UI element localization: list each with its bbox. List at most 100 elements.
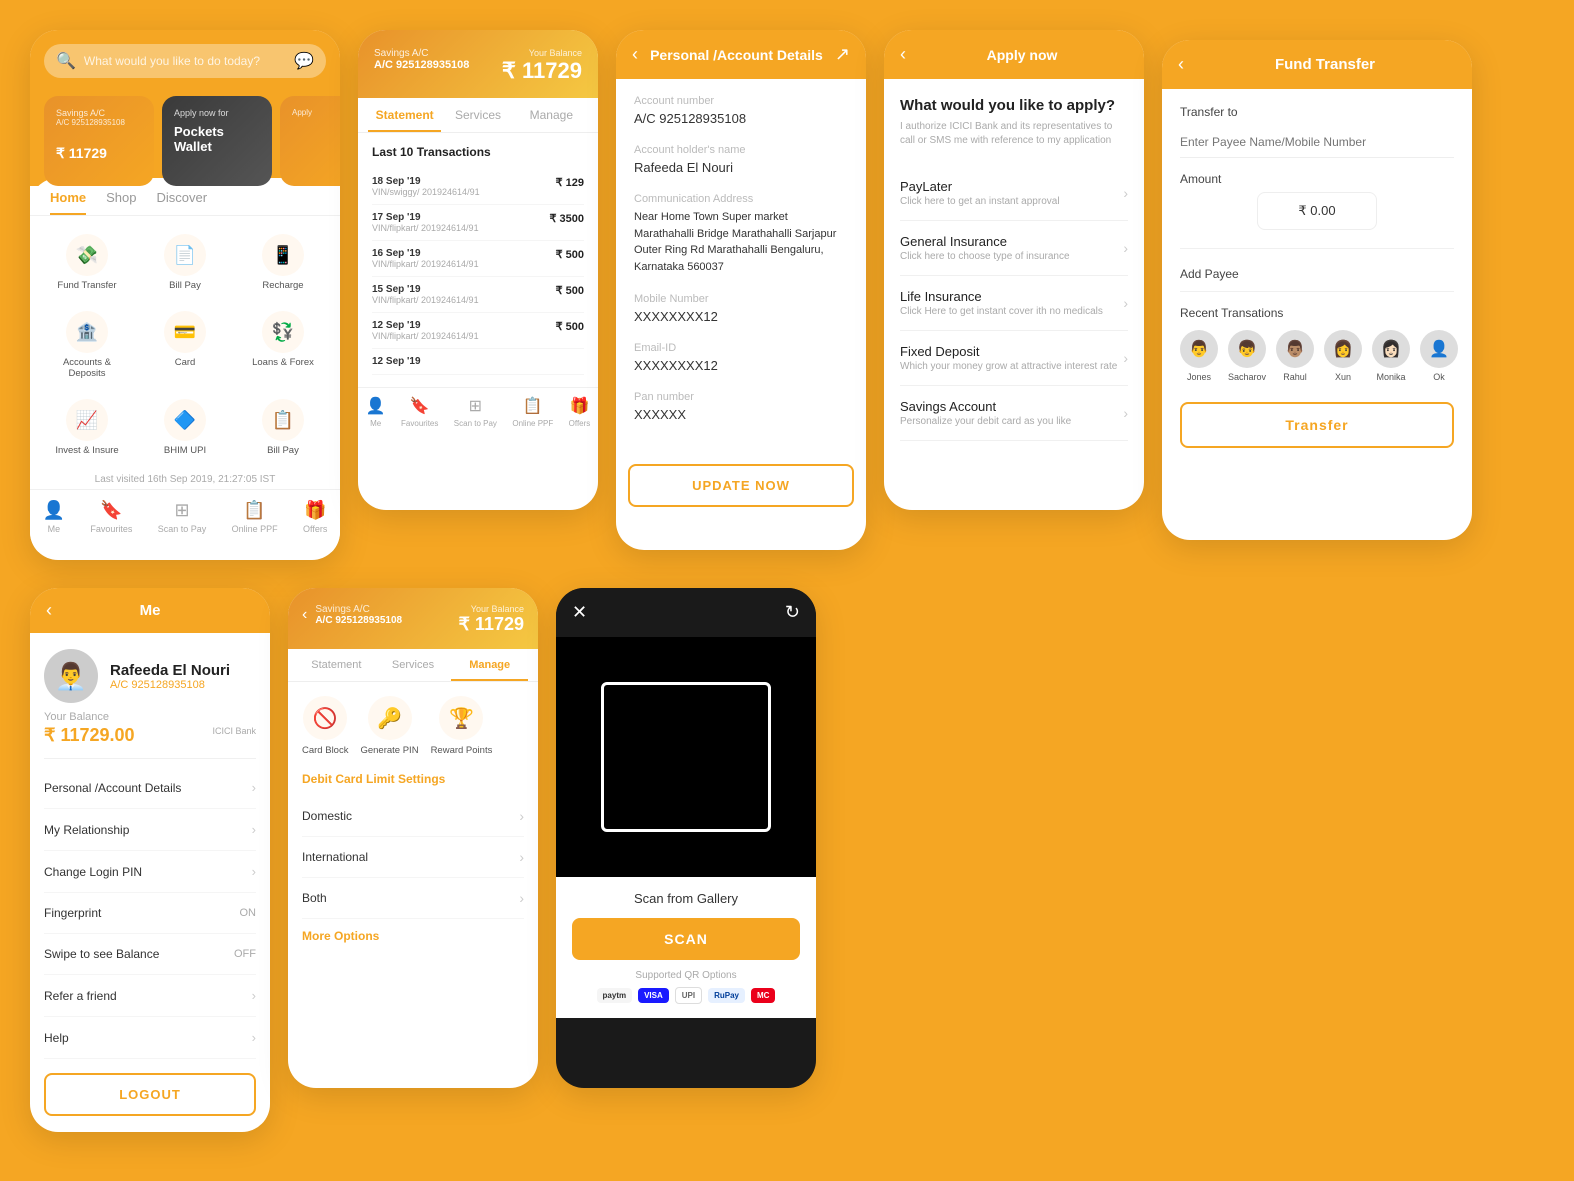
- payee-sacharov[interactable]: 👦 Sacharov: [1228, 330, 1266, 382]
- account-header: ‹ Personal /Account Details ↗: [616, 30, 866, 79]
- option-life-insurance[interactable]: Life Insurance Click Here to get instant…: [900, 276, 1128, 331]
- manage-balance: ₹ 11729: [458, 614, 524, 635]
- apply-banner[interactable]: Apply: [280, 96, 340, 186]
- field-email: Email-ID XXXXXXXX12: [634, 342, 848, 373]
- tab-manage[interactable]: Manage: [515, 98, 588, 132]
- chat-icon: 💬: [294, 51, 314, 71]
- menu-card[interactable]: 💳 Card: [138, 303, 232, 387]
- manage-tab-statement[interactable]: Statement: [298, 649, 375, 681]
- statement-screen: Savings A/C A/C 925128935108 Your Balanc…: [358, 30, 598, 510]
- home-header: 🔍 💬: [30, 30, 340, 88]
- menu-my-relationship[interactable]: My Relationship ›: [44, 809, 256, 851]
- txn-row: 17 Sep '19VIN/flipkart/ 201924614/91 ₹ 3…: [372, 205, 584, 241]
- menu-fingerprint[interactable]: Fingerprint ON: [44, 893, 256, 934]
- menu-loans[interactable]: 💱 Loans & Forex: [236, 303, 330, 387]
- payee-ok[interactable]: 👤 Ok: [1420, 330, 1458, 382]
- international-label: International: [302, 850, 368, 864]
- debit-international[interactable]: International ›: [302, 837, 524, 878]
- manage-back-button[interactable]: ‹: [302, 606, 307, 624]
- bottom-nav-ppf[interactable]: 📋 Online PPF: [232, 500, 278, 534]
- manage-tab-services[interactable]: Services: [375, 649, 452, 681]
- stmt-nav-me[interactable]: 👤 Me: [366, 396, 386, 428]
- tab-services[interactable]: Services: [441, 98, 514, 132]
- menu-change-pin[interactable]: Change Login PIN ›: [44, 851, 256, 893]
- billpay2-label: Bill Pay: [267, 445, 299, 456]
- tab-home[interactable]: Home: [50, 190, 86, 215]
- savings-banner[interactable]: Savings A/C A/C 925128935108 ₹ 11729: [44, 96, 154, 186]
- generate-pin-item[interactable]: 🔑 Generate PIN: [360, 696, 418, 756]
- bottom-nav-me[interactable]: 👤 Me: [43, 500, 65, 534]
- menu-bill-pay[interactable]: 📄 Bill Pay: [138, 226, 232, 299]
- card-label: Card: [175, 357, 196, 368]
- fd-subtitle: Which your money grow at attractive inte…: [900, 361, 1117, 372]
- monika-name: Monika: [1377, 372, 1406, 382]
- manage-tab-manage[interactable]: Manage: [451, 649, 528, 681]
- payee-rahul[interactable]: 👨🏽 Rahul: [1276, 330, 1314, 382]
- scan-refresh-button[interactable]: ↻: [785, 602, 800, 623]
- menu-refer-friend[interactable]: Refer a friend ›: [44, 975, 256, 1017]
- update-now-button[interactable]: UPDATE NOW: [628, 464, 854, 507]
- stmt-balance: ₹ 11729: [502, 58, 582, 84]
- rahul-avatar: 👨🏽: [1276, 330, 1314, 368]
- share-button[interactable]: ↗: [835, 44, 850, 65]
- stmt-title: Last 10 Transactions: [372, 145, 584, 159]
- option-savings-account[interactable]: Savings Account Personalize your debit c…: [900, 386, 1128, 441]
- payee-jones[interactable]: 👨 Jones: [1180, 330, 1218, 382]
- option-fixed-deposit[interactable]: Fixed Deposit Which your money grow at a…: [900, 331, 1128, 386]
- billpay2-icon: 📋: [262, 399, 304, 441]
- search-input[interactable]: [84, 54, 286, 68]
- bottom-nav-scan[interactable]: ⊞ Scan to Pay: [158, 500, 207, 534]
- manage-icons-row: 🚫 Card Block 🔑 Generate PIN 🏆 Reward Poi…: [302, 696, 524, 756]
- menu-billpay2[interactable]: 📋 Bill Pay: [236, 391, 330, 464]
- stmt-nav-scan[interactable]: ⊞ Scan to Pay: [454, 396, 497, 428]
- option-paylater[interactable]: PayLater Click here to get an instant ap…: [900, 166, 1128, 221]
- life-ins-title: Life Insurance: [900, 289, 1103, 304]
- logout-button[interactable]: LOGOUT: [44, 1073, 256, 1116]
- tab-shop[interactable]: Shop: [106, 190, 136, 215]
- field-label-mobile: Mobile Number: [634, 293, 848, 305]
- me-back-button[interactable]: ‹: [46, 600, 52, 621]
- payee-monika[interactable]: 👩🏻 Monika: [1372, 330, 1410, 382]
- menu-personal-details[interactable]: Personal /Account Details ›: [44, 767, 256, 809]
- menu-accounts[interactable]: 🏦 Accounts & Deposits: [40, 303, 134, 387]
- field-acc-num: Account number A/C 925128935108: [634, 95, 848, 126]
- bottom-nav-fav[interactable]: 🔖 Favourites: [90, 500, 132, 534]
- option-general-insurance[interactable]: General Insurance Click here to choose t…: [900, 221, 1128, 276]
- transfer-button[interactable]: Transfer: [1180, 402, 1454, 448]
- bottom-nav-offers[interactable]: 🎁 Offers: [303, 500, 327, 534]
- reward-points-item[interactable]: 🏆 Reward Points: [431, 696, 493, 756]
- tab-discover[interactable]: Discover: [157, 190, 208, 215]
- sa-subtitle: Personalize your debit card as you like: [900, 416, 1071, 427]
- amount-field[interactable]: ₹ 0.00: [1257, 192, 1377, 230]
- payee-xun[interactable]: 👩 Xun: [1324, 330, 1362, 382]
- transfer-to-input[interactable]: [1180, 127, 1454, 158]
- debit-domestic[interactable]: Domestic ›: [302, 796, 524, 837]
- scan-close-button[interactable]: ✕: [572, 602, 587, 623]
- apply-back-button[interactable]: ‹: [900, 44, 906, 65]
- menu-help[interactable]: Help ›: [44, 1017, 256, 1059]
- tab-statement[interactable]: Statement: [368, 98, 441, 132]
- card-block-item[interactable]: 🚫 Card Block: [302, 696, 348, 756]
- stmt-nav-offers[interactable]: 🎁 Offers: [569, 396, 591, 428]
- apply-header-title: Apply now: [916, 47, 1128, 63]
- fund-back-button[interactable]: ‹: [1178, 54, 1184, 75]
- fingerprint-label: Fingerprint: [44, 906, 101, 920]
- scan-bottom-panel: Scan from Gallery SCAN Supported QR Opti…: [556, 877, 816, 1018]
- stmt-nav-ppf[interactable]: 📋 Online PPF: [512, 396, 553, 428]
- scan-button[interactable]: SCAN: [572, 918, 800, 960]
- stmt-nav-fav[interactable]: 🔖 Favourites: [401, 396, 438, 428]
- pockets-banner[interactable]: Apply now for Pockets Wallet: [162, 96, 272, 186]
- menu-recharge[interactable]: 📱 Recharge: [236, 226, 330, 299]
- txn-row: 18 Sep '19VIN/swiggy/ 201924614/91 ₹ 129: [372, 169, 584, 205]
- debit-both[interactable]: Both ›: [302, 878, 524, 919]
- search-bar[interactable]: 🔍 💬: [44, 44, 326, 78]
- accounts-label: Accounts & Deposits: [44, 357, 130, 379]
- more-options-link[interactable]: More Options: [302, 929, 524, 943]
- apply-subtitle: I authorize ICICI Bank and its represent…: [900, 120, 1128, 148]
- menu-bhim[interactable]: 🔷 BHIM UPI: [138, 391, 232, 464]
- recharge-icon: 📱: [262, 234, 304, 276]
- menu-swipe-balance[interactable]: Swipe to see Balance OFF: [44, 934, 256, 975]
- me-icon: 👤: [43, 500, 65, 521]
- menu-fund-transfer[interactable]: 💸 Fund Transfer: [40, 226, 134, 299]
- menu-invest[interactable]: 📈 Invest & Insure: [40, 391, 134, 464]
